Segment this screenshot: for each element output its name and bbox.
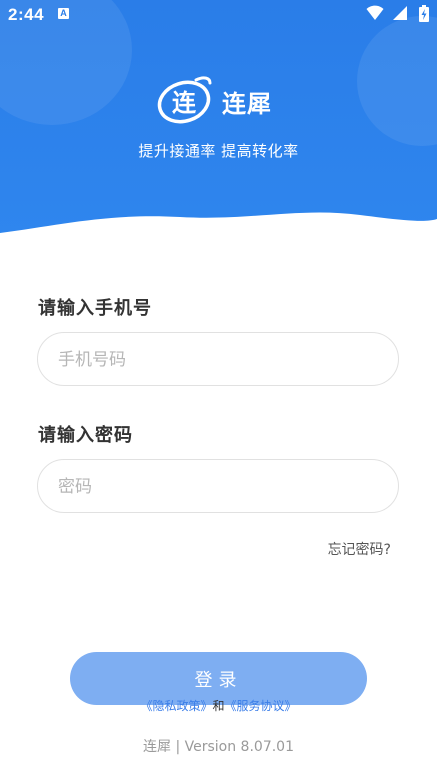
service-agreement-link[interactable]: 《服务协议》 [225, 699, 297, 713]
battery-charging-icon [419, 5, 429, 22]
brand-slogan: 提升接通率 提高转化率 [138, 142, 299, 160]
brand-name: 连犀 [222, 90, 272, 118]
agreements-conjunction: 和 [212, 699, 225, 713]
header-wave [0, 212, 437, 240]
privacy-policy-link[interactable]: 《隐私政策》 [140, 699, 212, 713]
logo-icon: 连 [157, 76, 212, 124]
notification-badge-icon: A [58, 8, 69, 19]
agreements-line: 《隐私政策》和《服务协议》 [0, 697, 437, 714]
status-time: 2:44 [8, 5, 45, 24]
status-bar: 2:44 A [0, 0, 437, 30]
version-text: 连犀 | Version 8.07.01 [143, 739, 294, 755]
forgot-password-link[interactable]: 忘记密码? [328, 539, 391, 559]
cellular-signal-icon [392, 6, 407, 20]
header-banner: 2:44 A 连 连犀 提升接通率 提高转化率 [0, 0, 437, 240]
svg-text:连: 连 [172, 89, 197, 117]
password-input[interactable] [56, 460, 380, 514]
status-icons [366, 5, 429, 25]
wifi-icon [366, 5, 384, 20]
phone-field[interactable] [37, 332, 399, 387]
phone-label: 请输入手机号 [38, 298, 152, 319]
phone-input[interactable] [56, 333, 380, 387]
password-label: 请输入密码 [38, 425, 133, 446]
decorative-circle-right [357, 16, 437, 146]
password-field[interactable] [37, 459, 399, 514]
